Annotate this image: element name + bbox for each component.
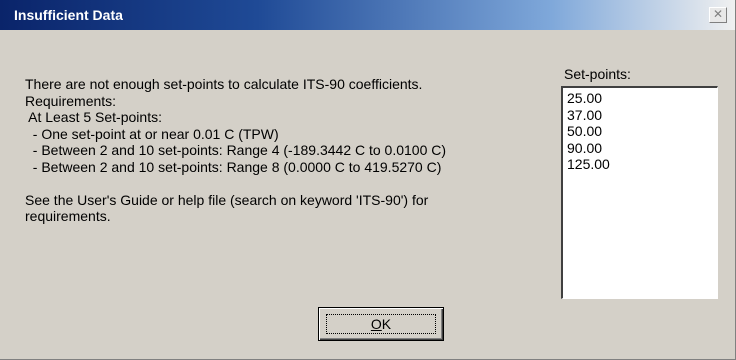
ok-label-rest: K bbox=[381, 316, 392, 332]
message-line: At Least 5 Set-points: bbox=[25, 109, 162, 125]
setpoints-listbox[interactable]: 25.00 37.00 50.00 90.00 125.00 bbox=[561, 86, 718, 299]
message-text: There are not enough set-points to calcu… bbox=[25, 76, 545, 225]
ok-mnemonic: O bbox=[370, 316, 382, 332]
message-line: Requirements: bbox=[25, 92, 117, 109]
message-spacer bbox=[25, 175, 545, 192]
setpoint-item[interactable]: 37.00 bbox=[567, 107, 717, 124]
setpoint-item[interactable]: 50.00 bbox=[567, 123, 717, 140]
title-bar[interactable]: Insufficient Data ✕ bbox=[0, 0, 735, 30]
ok-button[interactable]: OK bbox=[318, 307, 444, 341]
message-line: There are not enough set-points to calcu… bbox=[25, 76, 423, 92]
message-line: - Between 2 and 10 set-points: Range 8 (… bbox=[25, 158, 442, 175]
setpoints-label: Set-points: bbox=[564, 66, 631, 82]
insufficient-data-dialog: Insufficient Data ✕ There are not enough… bbox=[0, 0, 736, 360]
ok-button-label: OK bbox=[319, 316, 443, 332]
close-icon: ✕ bbox=[712, 7, 724, 21]
setpoint-item[interactable]: 25.00 bbox=[567, 90, 717, 107]
message-line: - Between 2 and 10 set-points: Range 4 (… bbox=[25, 142, 447, 158]
message-line: - One set-point at or near 0.01 C (TPW) bbox=[25, 125, 279, 142]
footer-line: requirements. bbox=[25, 208, 111, 224]
footer-line: See the User's Guide or help file (searc… bbox=[25, 191, 429, 208]
setpoint-item[interactable]: 90.00 bbox=[567, 140, 717, 157]
dialog-title: Insufficient Data bbox=[14, 7, 123, 23]
close-button[interactable]: ✕ bbox=[709, 7, 727, 23]
setpoint-item[interactable]: 125.00 bbox=[567, 156, 717, 173]
